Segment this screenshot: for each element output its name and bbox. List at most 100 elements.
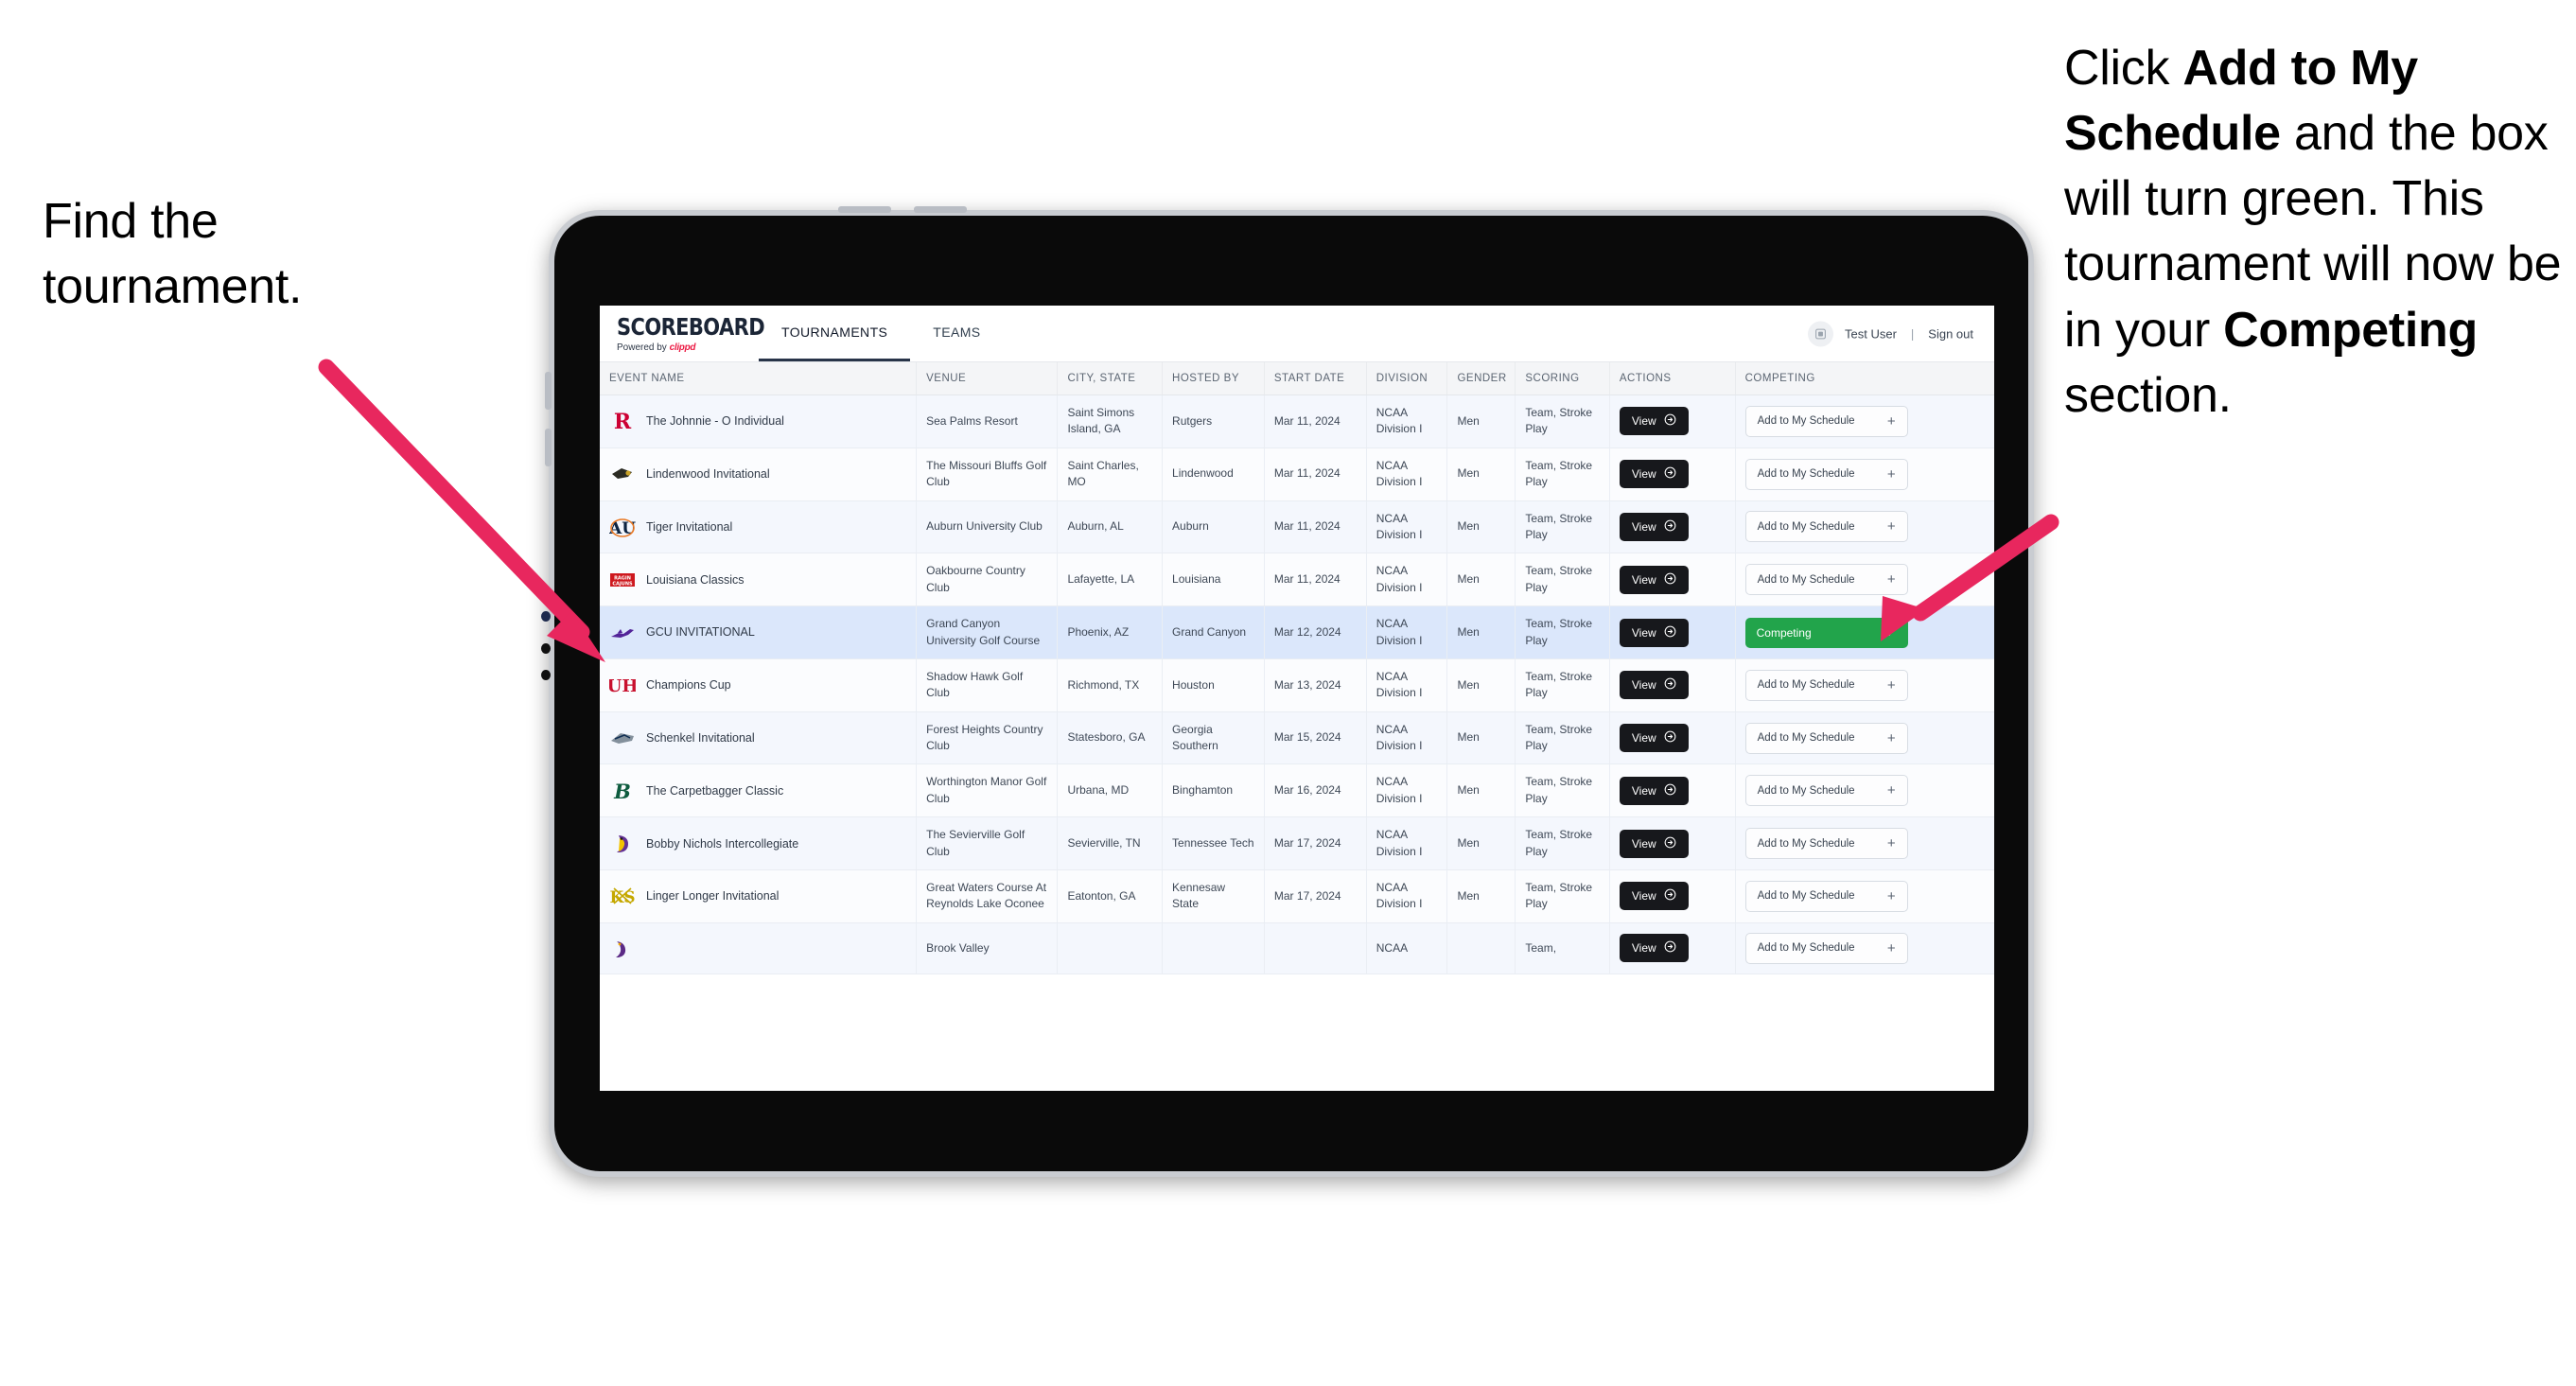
view-label: View <box>1631 678 1656 693</box>
view-button[interactable]: View <box>1619 407 1689 436</box>
view-label: View <box>1631 572 1656 587</box>
column-header-city-state[interactable]: CITY, STATE <box>1057 362 1164 395</box>
add-to-my-schedule-button[interactable]: Add to My Schedule + <box>1744 722 1908 754</box>
add-to-my-schedule-button[interactable]: Add to My Schedule + <box>1744 775 1908 807</box>
cell-start-date: Mar 17, 2024 <box>1264 816 1367 871</box>
event-name-text: Lindenwood Invitational <box>646 467 770 482</box>
view-label: View <box>1631 941 1656 956</box>
column-header-division[interactable]: DIVISION <box>1366 362 1448 395</box>
arrow-right-circle-icon <box>1664 519 1676 535</box>
cell-actions: View <box>1609 447 1736 501</box>
cell-event-name: AU Tiger Invitational <box>600 500 918 554</box>
cell-event-name: Lindenwood Invitational <box>600 447 918 501</box>
cell-division: NCAA <box>1366 922 1448 974</box>
view-label: View <box>1631 731 1656 746</box>
cell-gender: Men <box>1446 711 1516 765</box>
main-nav: TOURNAMENTS TEAMS <box>759 306 1004 361</box>
tablet-volume-button-down <box>914 206 967 213</box>
table-row[interactable]: Lindenwood Invitational The Missouri Bluf… <box>600 447 1994 501</box>
cell-hosted-by: Houston <box>1162 658 1265 712</box>
cell-start-date: Mar 17, 2024 <box>1264 869 1367 923</box>
cell-start-date: Mar 16, 2024 <box>1264 763 1367 818</box>
plus-icon: + <box>1886 676 1896 693</box>
view-button[interactable]: View <box>1619 460 1689 489</box>
add-to-my-schedule-button[interactable]: Add to My Schedule + <box>1744 458 1908 490</box>
add-to-my-schedule-label: Add to My Schedule <box>1757 679 1855 692</box>
tablet-side-dot-1 <box>541 611 551 622</box>
column-header-scoring[interactable]: SCORING <box>1515 362 1610 395</box>
column-header-actions[interactable]: ACTIONS <box>1609 362 1736 395</box>
annotation-left-line2: tournament. <box>43 259 303 315</box>
column-header-gender[interactable]: GENDER <box>1446 362 1516 395</box>
user-name[interactable]: Test User <box>1845 326 1897 341</box>
table-row[interactable]: KS Linger Longer Invitational Great Waters… <box>600 869 1994 923</box>
svg-text:KS: KS <box>609 888 635 907</box>
table-row[interactable]: GCU INVITATIONAL Grand Canyon University … <box>600 605 1994 659</box>
add-to-my-schedule-button[interactable]: Add to My Schedule + <box>1744 828 1908 860</box>
tablet-side-button-1 <box>545 372 552 410</box>
table-row[interactable]: RAGIN CAJUNS Louisiana Classics Oakbourne C… <box>600 553 1994 607</box>
add-to-my-schedule-label: Add to My Schedule <box>1757 784 1855 797</box>
table-row[interactable]: UH Champions Cup Shadow Hawk Golf Club Rich… <box>600 658 1994 712</box>
cell-start-date: Mar 15, 2024 <box>1264 711 1367 765</box>
column-header-venue[interactable]: VENUE <box>916 362 1059 395</box>
add-to-my-schedule-button[interactable]: Add to My Schedule + <box>1744 405 1908 437</box>
column-header-hosted-by[interactable]: HOSTED BY <box>1162 362 1265 395</box>
table-header-row: EVENT NAME VENUE CITY, STATE HOSTED BY S… <box>600 362 1994 395</box>
table-row[interactable]: Brook Valley NCAA Team, View Add to My Sched… <box>600 922 1994 974</box>
cell-event-name: KS Linger Longer Invitational <box>600 869 918 923</box>
competing-button[interactable]: Competing ✓ <box>1744 617 1908 648</box>
cell-event-name: Bobby Nichols Intercollegiate <box>600 816 918 871</box>
cell-scoring: Team, Stroke Play <box>1515 711 1610 765</box>
add-to-my-schedule-button[interactable]: Add to My Schedule + <box>1744 932 1908 964</box>
view-button[interactable]: View <box>1619 724 1689 753</box>
view-button[interactable]: View <box>1619 512 1689 541</box>
view-button[interactable]: View <box>1619 671 1689 700</box>
user-avatar-icon[interactable] <box>1808 321 1833 346</box>
arrow-right-circle-icon <box>1664 625 1676 640</box>
rutgers-logo: R <box>609 409 636 433</box>
column-header-event-name[interactable]: EVENT NAME <box>600 362 918 395</box>
cell-scoring: Team, Stroke Play <box>1515 869 1610 923</box>
brand-clippd-name: clippd <box>669 342 696 353</box>
view-button[interactable]: View <box>1619 882 1689 911</box>
add-to-my-schedule-button[interactable]: Add to My Schedule + <box>1744 564 1908 596</box>
cell-hosted-by: Tennessee Tech <box>1162 816 1265 871</box>
add-to-my-schedule-button[interactable]: Add to My Schedule + <box>1744 880 1908 912</box>
column-header-competing[interactable]: COMPETING <box>1735 362 1994 395</box>
tab-tournaments[interactable]: TOURNAMENTS <box>759 306 911 361</box>
user-area: Test User | Sign out <box>1808 321 1973 346</box>
column-header-start-date[interactable]: START DATE <box>1264 362 1367 395</box>
sign-out-link[interactable]: Sign out <box>1928 326 1973 341</box>
page-root: Find the tournament. Click Add to My Sch… <box>0 0 2576 1386</box>
view-button[interactable]: View <box>1619 934 1689 963</box>
user-separator: | <box>1910 326 1915 341</box>
cell-actions: View <box>1609 763 1736 818</box>
view-button[interactable]: View <box>1619 618 1689 647</box>
cell-scoring: Team, Stroke Play <box>1515 605 1610 659</box>
view-button[interactable]: View <box>1619 829 1689 858</box>
cell-division: NCAA Division I <box>1366 658 1448 712</box>
arrow-right-circle-icon <box>1664 730 1676 746</box>
cell-scoring: Team, Stroke Play <box>1515 395 1610 448</box>
cell-division: NCAA Division I <box>1366 869 1448 923</box>
table-row[interactable]: Schenkel Invitational Forest Heights Coun… <box>600 711 1994 765</box>
brand-logo[interactable]: SCOREBOARD Powered by clippd <box>617 314 765 353</box>
arrow-right-circle-icon <box>1664 466 1676 482</box>
table-row[interactable]: R The Johnnie - O Individual Sea Palms Res… <box>600 395 1994 448</box>
table-row[interactable]: Bobby Nichols Intercollegiate The Sevierv… <box>600 816 1994 871</box>
tab-teams[interactable]: TEAMS <box>910 306 1003 361</box>
cell-city-state <box>1057 922 1164 974</box>
view-button[interactable]: View <box>1619 565 1689 594</box>
table-row[interactable]: AU Tiger Invitational Auburn University Cl… <box>600 500 1994 554</box>
table-body: R The Johnnie - O Individual Sea Palms Res… <box>600 395 1994 974</box>
cell-scoring: Team, Stroke Play <box>1515 553 1610 607</box>
view-button[interactable]: View <box>1619 776 1689 805</box>
add-to-my-schedule-button[interactable]: Add to My Schedule + <box>1744 669 1908 701</box>
add-to-my-schedule-button[interactable]: Add to My Schedule + <box>1744 511 1908 543</box>
table-row[interactable]: B The Carpetbagger Classic Worthington Man… <box>600 763 1994 818</box>
annotation-right: Click Add to My Schedule and the box wil… <box>2064 36 2576 429</box>
cell-venue: Great Waters Course At Reynolds Lake Oco… <box>916 869 1059 923</box>
cell-event-name: GCU INVITATIONAL <box>600 605 918 659</box>
cell-city-state: Urbana, MD <box>1057 763 1164 818</box>
